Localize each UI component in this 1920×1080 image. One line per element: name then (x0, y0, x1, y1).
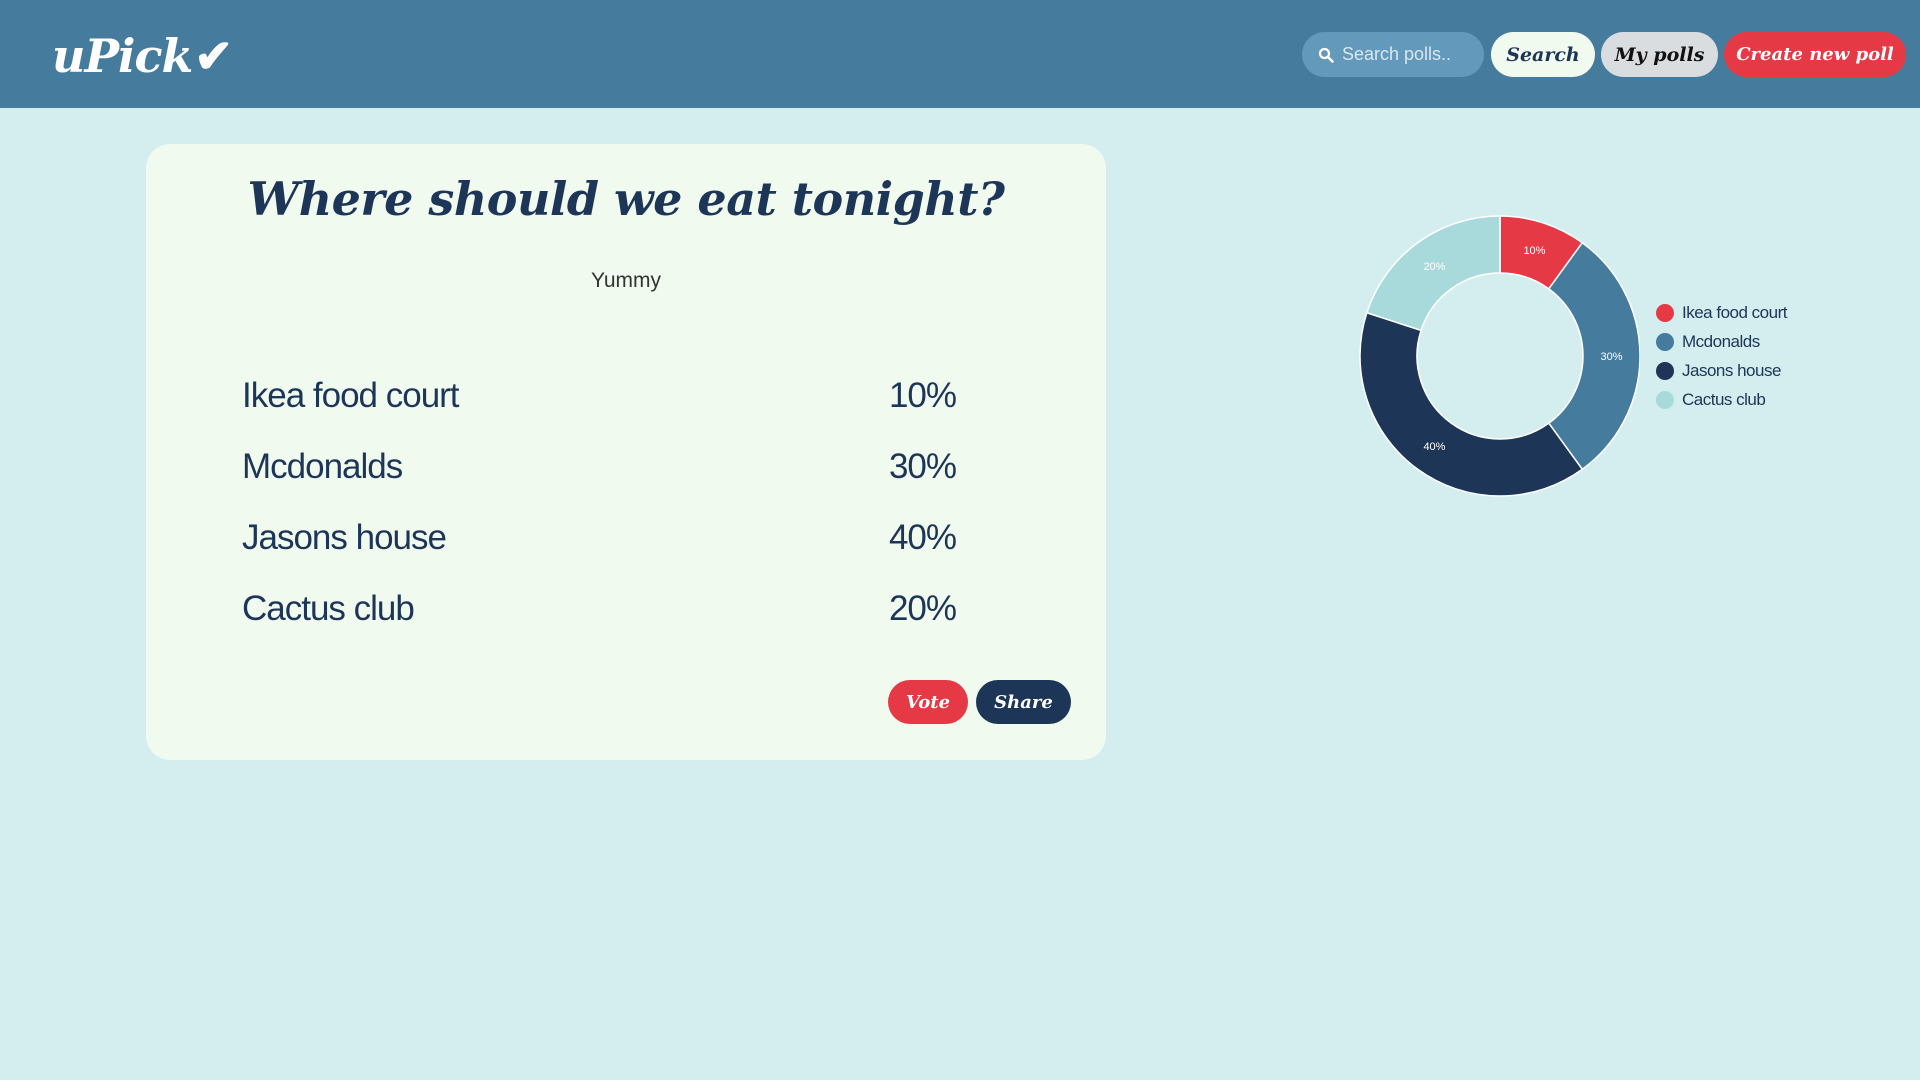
slice-cactus-club[interactable] (1365, 215, 1501, 332)
legend-swatch (1656, 332, 1674, 351)
legend-swatch (1656, 303, 1674, 322)
chart-legend: Ikea food court Mcdonalds Jasons house C… (1656, 298, 1787, 414)
search-input[interactable] (1340, 43, 1480, 66)
option-label: Ikea food court (242, 375, 460, 415)
vote-button[interactable]: Vote (888, 680, 968, 724)
option-label: Cactus club (242, 588, 415, 628)
logo-text: uPick (52, 29, 193, 83)
results-chart: 10% 30% 40% 20% Ikea food court Mcdonalds J… (1340, 200, 1800, 520)
poll-options: Ikea food court 10% Mcdonalds 30% Jasons… (242, 360, 957, 644)
legend-label: Mcdonalds (1682, 331, 1760, 351)
slice-label-ikea-food-court: 10% (1523, 245, 1545, 257)
slice-label-jasons-house: 40% (1423, 441, 1445, 453)
slice-mcdonalds[interactable] (1547, 241, 1640, 471)
poll-title: Where should we eat tonight? (247, 172, 1005, 226)
option-percent: 40% (888, 517, 957, 557)
option-percent: 10% (888, 375, 957, 415)
search-icon (1318, 47, 1334, 63)
legend-swatch (1656, 390, 1674, 409)
option-percent: 20% (888, 588, 957, 628)
legend-label: Cactus club (1682, 389, 1766, 409)
create-new-poll-button[interactable]: Create new poll (1724, 32, 1906, 77)
legend-item[interactable]: Cactus club (1656, 385, 1787, 414)
legend-item[interactable]: Mcdonalds (1656, 327, 1787, 356)
legend-label: Ikea food court (1682, 302, 1787, 322)
legend-item[interactable]: Jasons house (1656, 356, 1787, 385)
option-percent: 30% (888, 446, 957, 486)
search-button[interactable]: Search (1491, 32, 1595, 77)
poll-option: Cactus club 20% (242, 573, 957, 644)
legend-label: Jasons house (1682, 360, 1781, 380)
donut-chart: 10% 30% 40% 20% (1359, 215, 1640, 497)
poll-option: Mcdonalds 30% (242, 431, 957, 502)
poll-option: Ikea food court 10% (242, 360, 957, 431)
slice-jasons-house[interactable] (1359, 311, 1584, 497)
slice-label-cactus-club: 20% (1423, 261, 1445, 273)
check-icon: ✔ (194, 29, 233, 83)
share-button[interactable]: Share (976, 680, 1071, 724)
search-bar (1302, 32, 1484, 77)
slice-label-mcdonalds: 30% (1600, 351, 1622, 363)
app-logo[interactable]: uPick✔ (52, 26, 233, 86)
option-label: Jasons house (242, 517, 447, 557)
poll-description: Yummy (590, 269, 661, 292)
legend-item[interactable]: Ikea food court (1656, 298, 1787, 327)
my-polls-button[interactable]: My polls (1601, 32, 1718, 77)
option-label: Mcdonalds (242, 446, 403, 486)
legend-swatch (1656, 361, 1674, 380)
poll-option: Jasons house 40% (242, 502, 957, 573)
poll-card: Where should we eat tonight? Yummy Ikea … (146, 144, 1106, 760)
top-nav: uPick✔ Search My polls Create new poll (0, 0, 1920, 108)
